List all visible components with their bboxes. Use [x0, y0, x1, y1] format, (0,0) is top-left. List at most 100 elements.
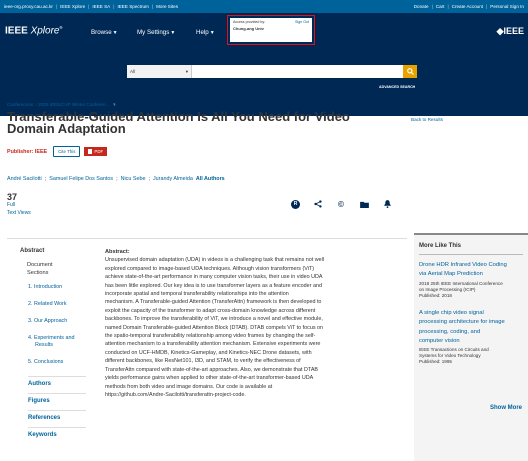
breadcrumb-current[interactable]: 2025 IEEE/CVF Winter Conferen...: [38, 102, 109, 107]
chevron-down-icon: ▼: [112, 29, 118, 36]
copyright-icon[interactable]: ©: [336, 199, 346, 209]
abstract-line: different backbones, like ResNet101, I3D…: [105, 358, 301, 365]
cart-link[interactable]: Cart: [436, 4, 445, 9]
access-provided-box: Access provided by: Sign Out Chung-ang U…: [227, 15, 315, 45]
abstract-line: yields performance gains when applied to…: [105, 375, 314, 382]
section-conclusions[interactable]: 5. Conclusions: [0, 359, 96, 366]
abstract-line: named Domain Transferable-guided Attenti…: [105, 324, 324, 331]
separator: |: [151, 4, 154, 9]
search-scope-value: All: [130, 69, 136, 74]
sign-out-link[interactable]: Sign Out: [295, 20, 309, 24]
more-sites-link[interactable]: More Sites: [156, 4, 178, 9]
advanced-search-link[interactable]: ADVANCED SEARCH: [379, 85, 415, 89]
related-article[interactable]: Drone HDR Infrared Video Coding via Aeri…: [419, 261, 523, 299]
abstract-line: conducted on UCF-HMDB, Kinetics-Gameplay…: [105, 349, 312, 356]
access-label: Access provided by:: [233, 20, 266, 24]
proxy-link[interactable]: ieee-org.proxy.cau.ac.kr: [4, 4, 53, 9]
nav-my-settings-label: My Settings: [137, 29, 170, 36]
related-article-meta: IEEE Transactions on Circuits and System…: [419, 347, 523, 365]
abstract-heading: Abstract:: [105, 249, 130, 255]
divider: [7, 238, 407, 239]
ieee-xplore-logo[interactable]: IEEE Xplore®: [5, 25, 62, 36]
document-sections-nav: Abstract Document Sections 1. Introducti…: [0, 244, 96, 438]
separator: |: [447, 4, 449, 9]
section-our-approach[interactable]: 3. Our Approach: [0, 318, 96, 325]
search-icon: [406, 68, 414, 75]
chevron-down-icon: ▼: [170, 29, 176, 36]
search-button[interactable]: [403, 65, 417, 78]
section-experiments[interactable]: 4. Experiments and: [0, 335, 96, 342]
title-line: processing, coding, and: [419, 328, 481, 335]
author-separator: ;: [148, 176, 150, 182]
meta-line: Published: 1995: [419, 359, 452, 365]
title-line-2: Domain Adaptation: [7, 121, 126, 136]
breadcrumb-conferences[interactable]: Conferences: [7, 102, 33, 107]
abstract-line: exploit the capacity of the transformer …: [105, 307, 316, 314]
related-article-title[interactable]: Drone HDR Infrared Video Coding via Aeri…: [419, 261, 523, 280]
abstract-line: achieve state-of-the-art performance in …: [105, 274, 323, 281]
abstract-line: the spatio-temporal transferability rela…: [105, 333, 316, 340]
share-icon[interactable]: [313, 199, 323, 209]
section-experiments-line-2[interactable]: Results: [0, 342, 96, 349]
publisher-info: Publisher: IEEE: [7, 149, 47, 155]
abstract-line: incorporate spatial and temporal transfe…: [105, 291, 289, 298]
back-to-results-link[interactable]: Back to Results: [411, 117, 443, 122]
utility-right-links: Donate | Cart | Create Account | Personal S…: [414, 4, 524, 9]
document-sections-heading: Document Sections: [0, 254, 96, 277]
section-related-work[interactable]: 2. Related Work: [0, 301, 96, 308]
ieee-xplore-link[interactable]: IEEE Xplore: [60, 4, 85, 9]
abstract-line: attention mechanism to a transferability…: [105, 341, 321, 348]
document-sections-line-1: Document: [27, 262, 53, 268]
text-views-label: Text Views: [7, 210, 31, 216]
cite-this-button[interactable]: Cite This: [53, 146, 81, 157]
pdf-icon: [88, 149, 93, 154]
folder-icon[interactable]: [359, 199, 369, 209]
logo-main: IEEE: [5, 25, 28, 37]
search-scope-select[interactable]: All ▾: [127, 65, 191, 78]
nav-help[interactable]: Help ▼: [196, 29, 215, 36]
help-icon[interactable]: ?: [111, 101, 118, 107]
pdf-label: PDF: [94, 149, 104, 154]
author-link[interactable]: Samuel Felipe Dos Santos: [49, 176, 113, 182]
related-article[interactable]: A single chip video signal processing ar…: [419, 309, 523, 366]
pdf-button[interactable]: PDF: [84, 147, 108, 156]
researchgate-icon[interactable]: R: [291, 199, 300, 209]
more-like-this-panel: More Like This Drone HDR Infrared Video …: [414, 233, 528, 461]
separator: |: [55, 4, 58, 9]
search-input[interactable]: [191, 65, 403, 78]
title-line: processing architecture for image: [419, 319, 505, 326]
abstract-line: mechanism. A Transferable-guided Attenti…: [105, 299, 322, 306]
separator: |: [113, 4, 115, 9]
show-more-link[interactable]: Show More: [490, 405, 522, 411]
author-link[interactable]: André Sacilotti: [7, 176, 42, 182]
ieee-brand-logo[interactable]: ◆IEEE: [497, 26, 524, 37]
nav-browse[interactable]: Browse ▼: [91, 29, 118, 36]
bell-icon[interactable]: [382, 199, 392, 209]
nav-keywords[interactable]: Keywords: [0, 432, 96, 438]
related-article-meta: 2018 25th IEEE International Conference …: [419, 281, 523, 299]
ieee-spectrum-link[interactable]: IEEE Spectrum: [117, 4, 148, 9]
section-introduction[interactable]: 1. Introduction: [0, 284, 96, 291]
donate-link[interactable]: Donate: [414, 4, 429, 9]
chevron-down-icon: ▾: [185, 69, 188, 74]
abstract-line: Unsupervised domain adaptation (UDA) in …: [105, 257, 325, 264]
full-text-views-metric[interactable]: 37 Full Text Views: [7, 193, 31, 217]
nav-abstract[interactable]: Abstract: [0, 244, 96, 254]
search-bar: All ▾: [127, 65, 417, 78]
institution-name: Chung-ang Univ: [233, 26, 264, 31]
all-authors-link[interactable]: All Authors: [196, 176, 225, 182]
personal-sign-in-link[interactable]: Personal Sign In: [490, 4, 524, 9]
author-link[interactable]: Nicu Sebe: [121, 176, 146, 182]
related-article-title[interactable]: A single chip video signal processing ar…: [419, 309, 523, 347]
abstract-line: https://github.com/Andre-Sacilotti/trans…: [105, 391, 246, 398]
page-title: Transferable-Guided Attention Is All You…: [7, 110, 407, 136]
separator: |: [431, 4, 433, 9]
author-list: André Sacilotti; Samuel Felipe Dos Santo…: [7, 176, 225, 182]
publisher-label: Publisher:: [7, 148, 34, 155]
create-account-link[interactable]: Create Account: [452, 4, 483, 9]
author-link[interactable]: Jurandy Almeida: [153, 176, 193, 182]
ieee-sa-link[interactable]: IEEE SA: [92, 4, 110, 9]
author-separator: ;: [116, 176, 118, 182]
nav-my-settings[interactable]: My Settings ▼: [137, 29, 175, 36]
publisher-name: IEEE: [34, 148, 48, 155]
